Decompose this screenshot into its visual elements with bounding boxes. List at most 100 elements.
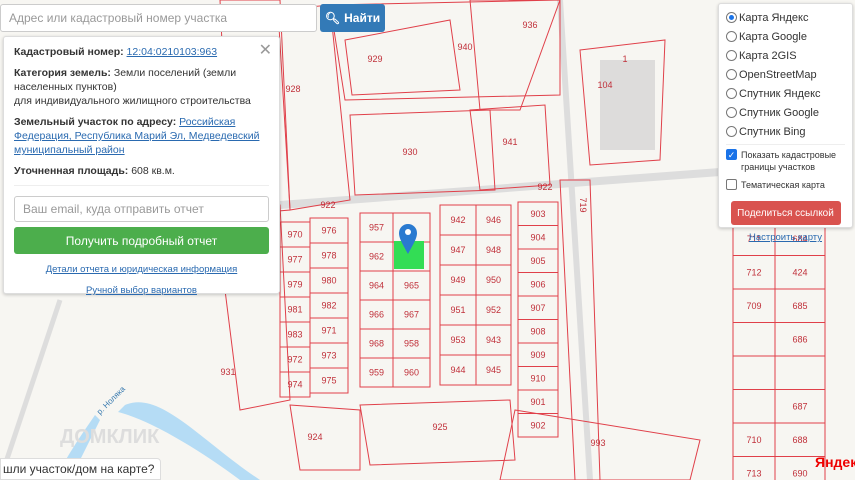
parcel-number: 686 [792,334,807,344]
parcel-number: 424 [792,267,807,277]
parcel-number: 910 [530,373,545,383]
parcel [732,389,776,424]
parcel-number: 922 [320,200,335,210]
domclick-watermark: ДОМКЛИК [60,426,160,448]
parcel-number: 903 [530,209,545,219]
layer-option-label: Спутник Яндекс [739,87,821,100]
parcel-number: 978 [321,251,336,261]
layer-option[interactable]: Спутник Яндекс [726,84,845,103]
thematic-label: Тематическая карта [741,180,825,190]
parcel-number: 958 [404,339,419,349]
email-input[interactable]: Ваш email, куда отправить отчет [14,196,269,222]
radio-button[interactable] [726,69,737,80]
layer-option-label: OpenStreetMap [739,68,817,81]
parcel-number: 993 [590,438,605,448]
parcel-number: 975 [321,376,336,386]
parcel [359,399,516,466]
parcel-number: 966 [369,310,384,320]
parcel-number: 948 [486,245,501,255]
found-parcel-prompt[interactable]: шли участок/дом на карте? [0,458,162,480]
layer-option-label: Спутник Bing [739,125,806,138]
parcel-number: 901 [530,397,545,407]
cad-label: Кадастровый номер: [14,46,124,58]
parcel-number: 908 [530,326,545,336]
parcel-number: 982 [321,301,336,311]
details-link[interactable]: Детали отчета и юридическая информация [46,264,238,275]
parcel-number: 949 [450,275,465,285]
parcel-number: 977 [287,255,302,265]
parcel-number: 904 [530,232,545,242]
close-icon[interactable]: ✕ [259,40,272,60]
parcel-number: 973 [321,351,336,361]
category-label: Категория земель: [14,67,111,79]
road [0,299,63,480]
search-input[interactable]: Адрес или кадастровый номер участка [0,4,317,32]
parcel-number: 925 [432,422,447,432]
parcel-number: 924 [307,432,322,442]
parcel-number: 983 [287,330,302,340]
parcel-number: 942 [450,215,465,225]
parcel-number: 909 [530,350,545,360]
area-label: Уточненная площадь: [14,165,129,177]
search-icon: 🔍︎ [324,11,341,25]
parcel-number: 931 [220,367,235,377]
parcel-number: 1 [622,54,627,64]
parcel-number: 976 [321,226,336,236]
parcel [732,322,776,357]
layer-option[interactable]: OpenStreetMap [726,65,845,84]
area-value: 608 кв.м. [131,165,175,177]
layer-option[interactable]: Спутник Google [726,103,845,122]
yandex-logo: Яндекс [815,454,855,470]
parcel-number: 957 [369,223,384,233]
layer-option[interactable]: Карта Google [726,27,845,46]
parcel-number: 719 [578,197,588,212]
share-link-button[interactable]: Поделиться ссылкой [730,201,841,225]
setup-map-link[interactable]: Настроить карту [749,232,822,243]
parcel-number: 690 [792,468,807,478]
parcel-number: 940 [457,42,472,52]
parcel [349,109,496,196]
show-borders-label: Показать кадастровые границы участков [741,150,837,172]
radio-button[interactable] [726,12,737,23]
parcel-number: 981 [287,305,302,315]
radio-button[interactable] [726,31,737,42]
parcel-number: 960 [404,368,419,378]
layer-option[interactable]: Карта 2GIS [726,46,845,65]
layer-option[interactable]: Спутник Bing [726,122,845,141]
parcel [469,0,561,111]
parcel-number: 104 [597,80,612,90]
parcel-number: 709 [746,301,761,311]
parcel-number: 970 [287,230,302,240]
parcel-number: 968 [369,339,384,349]
parcel-number: 971 [321,326,336,336]
cad-number-link[interactable]: 12:04:0210103:963 [127,46,218,58]
parcel-number: 902 [530,420,545,430]
parcel-number: 712 [746,267,761,277]
layer-option[interactable]: Карта Яндекс [726,8,845,27]
radio-button[interactable] [726,50,737,61]
get-report-button[interactable]: Получить подробный отчет [14,227,269,254]
parcel [732,355,776,390]
parcel-number: 950 [486,275,501,285]
thematic-checkbox[interactable] [726,179,737,190]
radio-button[interactable] [726,107,737,118]
parcel-number: 965 [404,281,419,291]
parcel-number: 710 [746,435,761,445]
parcel-number: 952 [486,305,501,315]
layer-option-label: Спутник Google [739,106,819,119]
layer-option-label: Карта Google [739,30,807,43]
parcel-number: 685 [792,301,807,311]
show-borders-checkbox[interactable]: ✓ [726,149,737,160]
search-button[interactable]: 🔍︎ Найти [320,4,385,32]
parcel-number: 979 [287,280,302,290]
parcel-number: 947 [450,245,465,255]
parcel-number: 962 [369,252,384,262]
search-button-label: Найти [344,11,381,25]
layer-option-label: Карта Яндекс [739,11,809,24]
manual-select-link[interactable]: Ручной выбор вариантов [86,285,197,296]
radio-button[interactable] [726,126,737,137]
radio-button[interactable] [726,88,737,99]
parcel-number: 967 [404,310,419,320]
road [557,0,593,480]
parcel-number: 972 [287,355,302,365]
